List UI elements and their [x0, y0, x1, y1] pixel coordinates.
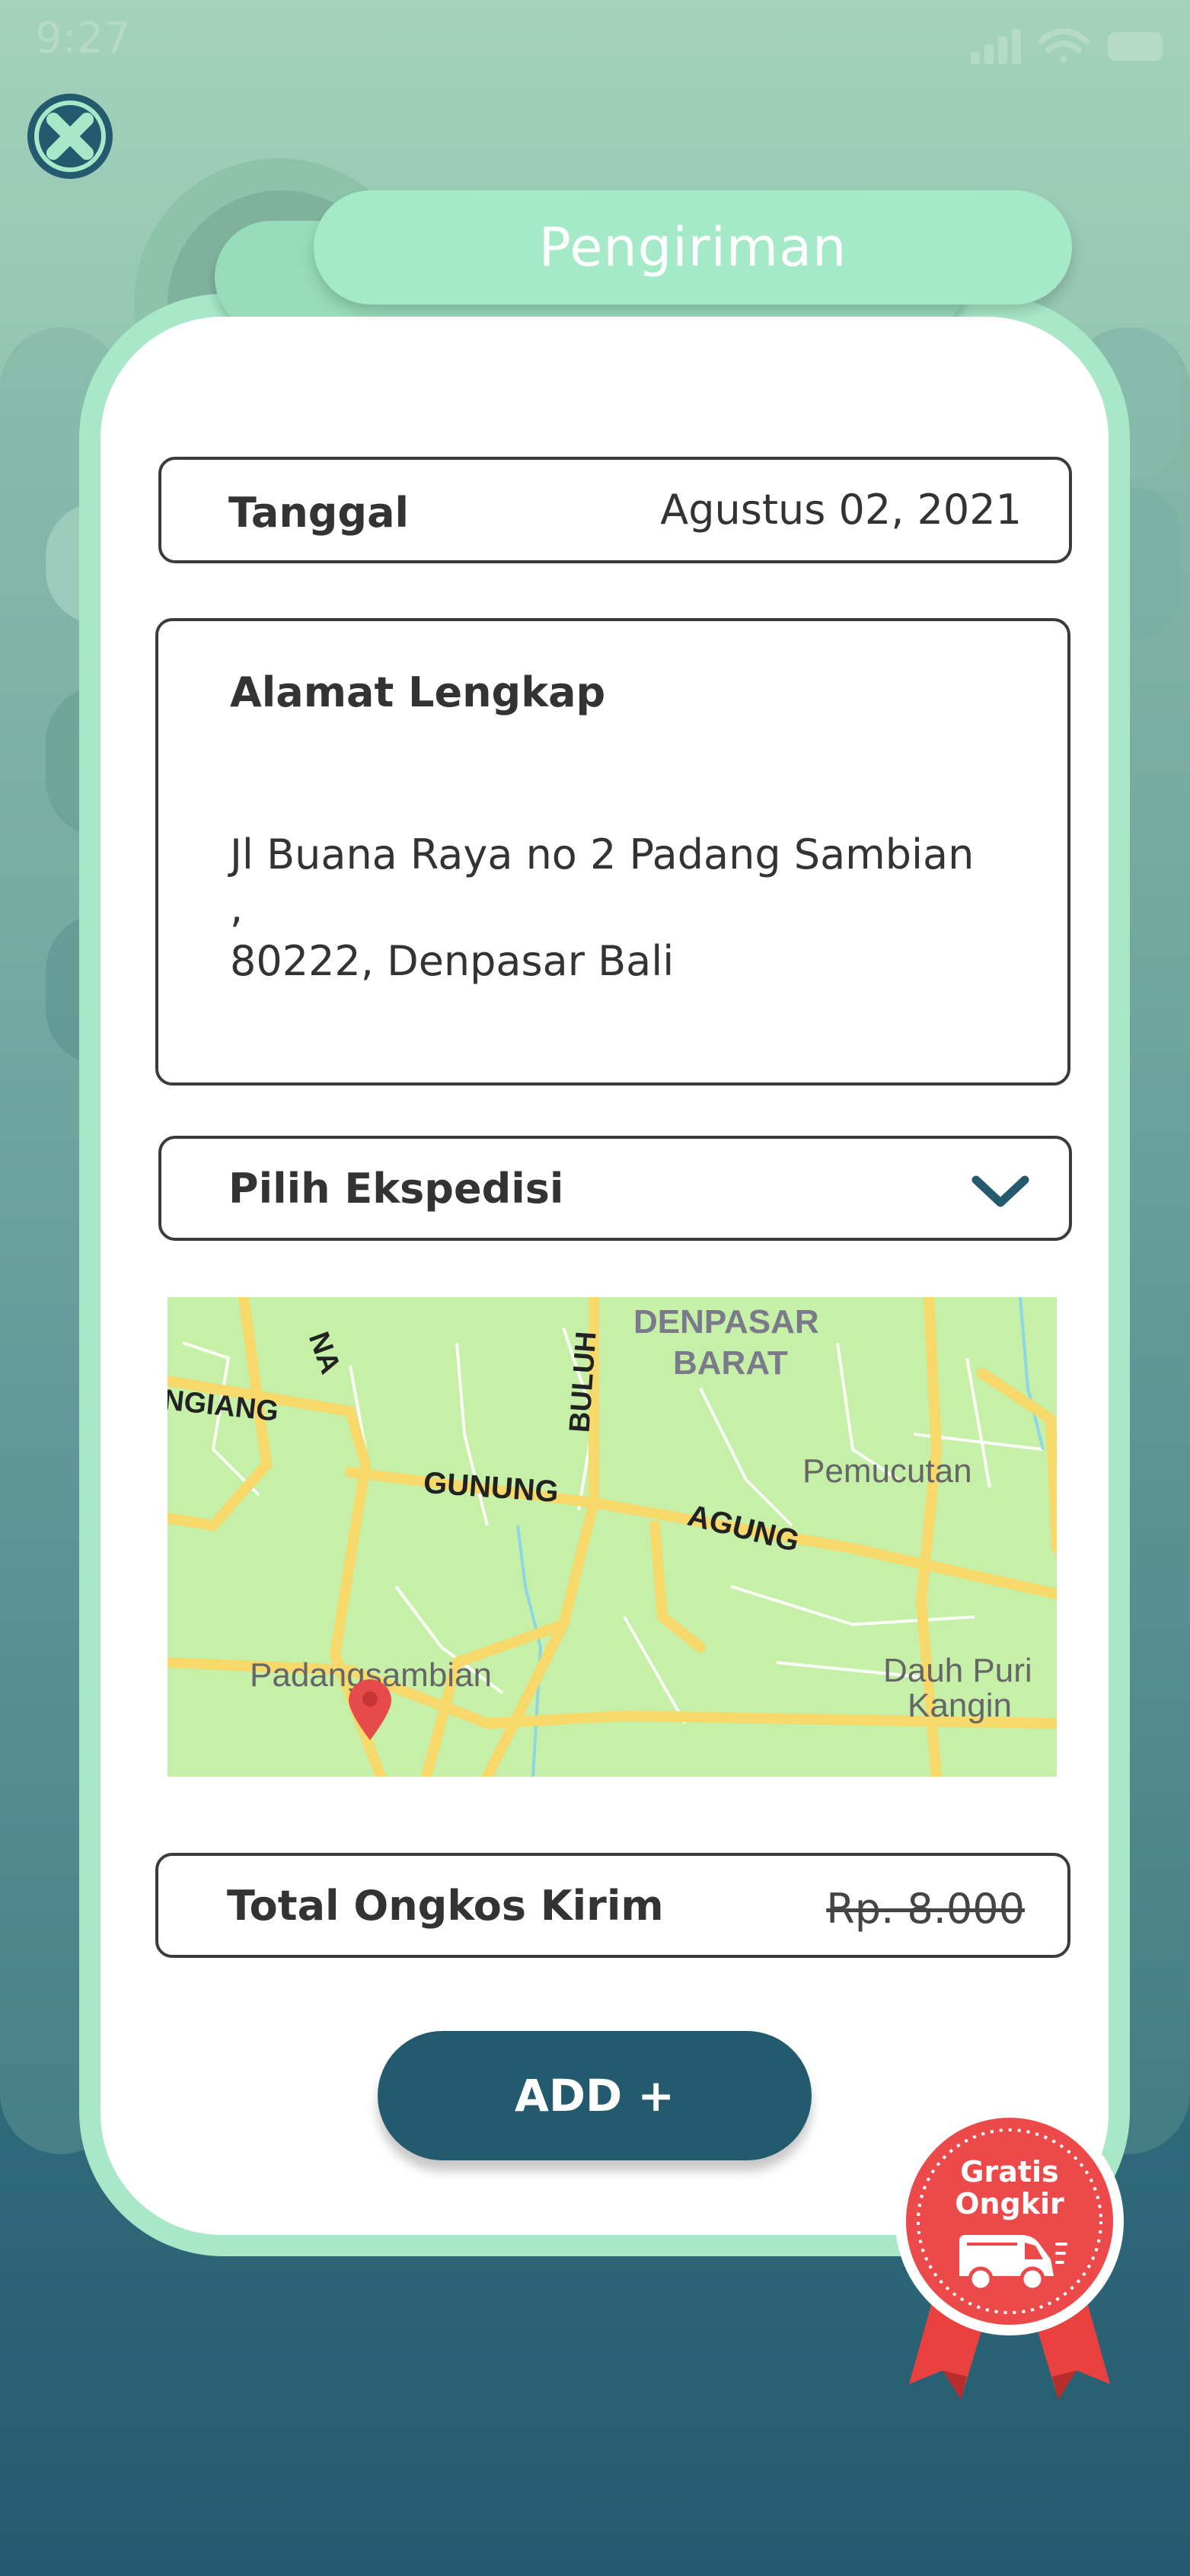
- badge-line-2: Ongkir: [955, 2187, 1064, 2221]
- map-label-pemucutan: Pemucutan: [802, 1452, 972, 1490]
- map-label-district: DENPASAR: [633, 1303, 819, 1341]
- address-line-2: 80222, Denpasar Bali: [230, 937, 675, 985]
- chevron-down-icon: [971, 1175, 1029, 1207]
- status-time: 9:27: [35, 14, 131, 63]
- shipping-total-field: Total Ongkos Kirim Rp. 8.000: [155, 1853, 1070, 1958]
- address-label: Alamat Lengkap: [230, 668, 606, 716]
- date-field[interactable]: Tanggal Agustus 02, 2021: [158, 457, 1072, 563]
- free-shipping-badge: Gratis Ongkir: [888, 2101, 1131, 2405]
- shipping-total-label: Total Ongkos Kirim: [227, 1882, 664, 1930]
- add-button-label: ADD +: [515, 2070, 675, 2122]
- map-pin-icon: [349, 1679, 391, 1740]
- map-label-dauh-puri: Dauh Puri: [883, 1652, 1032, 1689]
- date-label: Tanggal: [228, 489, 410, 537]
- delivery-truck-icon: [959, 2235, 1067, 2292]
- courier-select[interactable]: Pilih Ekspedisi: [158, 1136, 1072, 1241]
- wifi-icon: [1038, 28, 1090, 63]
- close-button[interactable]: [20, 91, 120, 181]
- page-title: Pengiriman: [538, 216, 847, 279]
- signal-icon: [971, 29, 1021, 64]
- date-value: Agustus 02, 2021: [660, 486, 1022, 534]
- header-tab: Pengiriman: [314, 190, 1072, 304]
- shipping-total-price: Rp. 8.000: [826, 1885, 1025, 1933]
- add-button[interactable]: ADD +: [378, 2031, 812, 2160]
- location-map[interactable]: DENPASAR BARAT Pemucutan Dauh Puri Kangi…: [167, 1297, 1057, 1777]
- battery-icon: [1108, 32, 1163, 61]
- address-value: Jl Buana Raya no 2 Padang Sambian , 8022…: [230, 828, 991, 988]
- close-icon: [27, 94, 113, 179]
- status-icons: [971, 28, 1163, 64]
- address-line-1: Jl Buana Raya no 2 Padang Sambian ,: [230, 831, 975, 932]
- map-label-district-2: BARAT: [673, 1344, 788, 1382]
- badge-line-1: Gratis: [960, 2155, 1059, 2189]
- status-bar: 9:27: [0, 0, 1190, 84]
- map-label-kangin: Kangin: [908, 1687, 1013, 1724]
- courier-placeholder: Pilih Ekspedisi: [228, 1165, 564, 1213]
